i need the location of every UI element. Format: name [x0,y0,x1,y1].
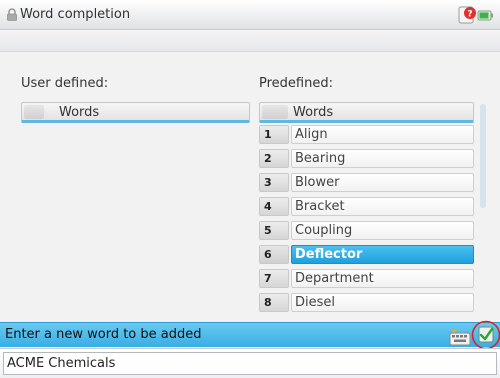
window-title: Word completion [20,7,131,22]
accept-icon[interactable] [471,319,500,351]
item-word: Bracket [291,197,474,216]
padlock-icon [7,8,17,21]
header-number-cell [24,105,44,119]
prompt-bar: Enter a new word to be added [0,322,500,347]
predefined-column-header: Words [293,105,334,120]
list-item[interactable]: 4 Bracket [259,196,474,217]
user-defined-label: User defined: [21,76,109,91]
list-item[interactable]: 8 Diesel [259,292,474,313]
status-icons: ? [458,6,493,24]
item-number: 7 [259,269,289,288]
title-bar: Word completion ? [0,0,500,30]
input-row [0,348,500,378]
item-number: 8 [259,293,289,312]
battery-icon [477,10,493,21]
list-item[interactable]: 5 Coupling [259,220,474,241]
item-number: 4 [259,197,289,216]
item-word: Diesel [291,293,474,312]
item-word: Deflector [291,245,474,264]
list-item[interactable]: 1 Align [259,124,474,145]
list-item-selected[interactable]: 6 Deflector [259,244,474,265]
predefined-list-scrollbar[interactable] [480,104,486,208]
predefined-list-header: Words [259,102,474,123]
item-word: Blower [291,173,474,192]
list-item[interactable]: 3 Blower [259,172,474,193]
item-number: 2 [259,149,289,168]
header-number-cell [262,105,288,119]
prompt-text: Enter a new word to be added [5,327,202,342]
user-defined-list-header[interactable]: Words [21,102,250,123]
keyboard-icon[interactable] [449,329,471,347]
item-word: Bearing [291,149,474,168]
list-item[interactable]: 7 Department [259,268,474,289]
item-number: 3 [259,173,289,192]
predefined-label: Predefined: [259,76,333,91]
item-word: Department [291,269,474,288]
subheader-band [0,30,500,52]
new-word-input[interactable] [3,352,497,375]
predefined-word-list: Words 1 Align 2 Bearing 3 Blower 4 Brack… [259,102,474,327]
item-number: 5 [259,221,289,240]
svg-text:?: ? [467,10,472,20]
help-icon[interactable]: ? [458,6,476,24]
item-number: 1 [259,125,289,144]
item-number: 6 [259,245,289,264]
list-item[interactable]: 2 Bearing [259,148,474,169]
item-word: Coupling [291,221,474,240]
user-defined-column-header: Words [59,105,100,120]
item-word: Align [291,125,474,144]
word-completion-screen: Word completion ? User defined: Predefin… [0,0,500,378]
